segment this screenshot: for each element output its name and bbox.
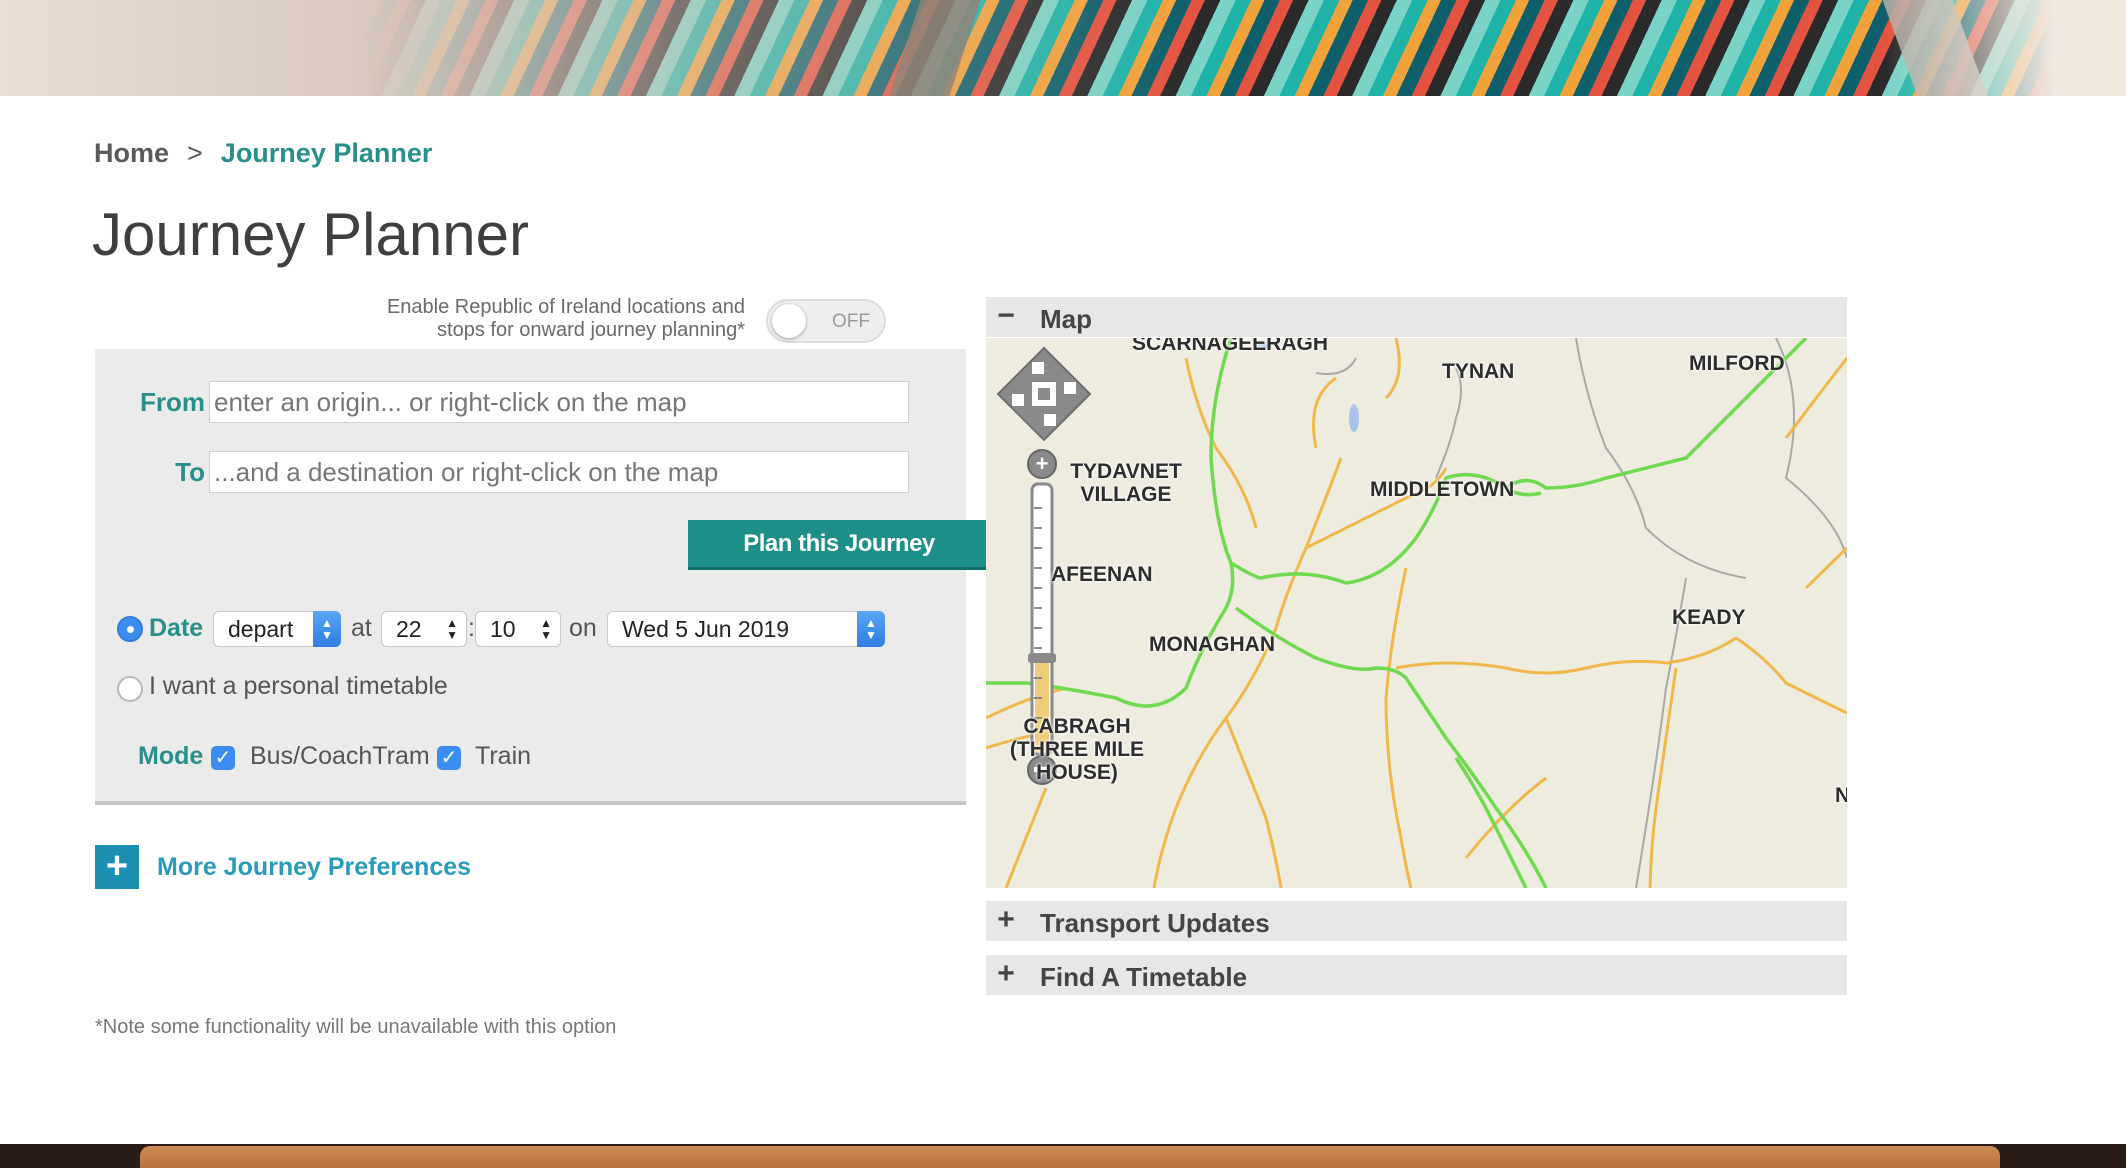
collapse-icon: − (997, 299, 1015, 332)
timetable-label: I want a personal timetable (149, 672, 448, 700)
on-label: on (569, 614, 597, 642)
breadcrumb: Home > Journey Planner (94, 138, 432, 169)
map-label: TYNAN (1442, 360, 1515, 383)
map-label: KEADY (1672, 606, 1746, 629)
at-label: at (351, 614, 372, 642)
date-radio[interactable] (117, 616, 143, 642)
from-input[interactable] (209, 381, 909, 423)
svg-text:+: + (1036, 451, 1049, 476)
map-label: MONAGHAN (1149, 633, 1275, 656)
toggle-knob (772, 304, 806, 338)
bus-checkbox[interactable]: ✓ (211, 746, 235, 770)
expand-icon: + (997, 903, 1015, 936)
hero-fade (1886, 0, 2126, 96)
map-label: MIDDLETOWN (1370, 478, 1515, 501)
breadcrumb-home-link[interactable]: Home (94, 138, 169, 169)
page-title: Journey Planner (92, 201, 529, 268)
expand-icon: + (997, 957, 1015, 990)
hour-value: 22 (396, 616, 422, 642)
more-preferences-link[interactable]: More Journey Preferences (157, 853, 471, 882)
map-view[interactable]: + SCARNAGEERAGH TYNAN MILFORD TYDAVNET V… (986, 338, 1847, 888)
select-arrows-icon: ▲ ▼ (540, 616, 552, 642)
journey-form-panel: From To Plan this Journey Date depart ▲▼… (95, 349, 990, 805)
timetable-radio[interactable] (117, 676, 143, 702)
footnote: *Note some functionality will be unavail… (95, 1016, 617, 1038)
select-arrows-icon: ▲ ▼ (446, 616, 458, 642)
minute-value: 10 (490, 616, 516, 642)
depart-select-value: depart (228, 616, 294, 642)
map-label: N (1835, 784, 1847, 807)
find-timetable-title: Find A Timetable (1040, 962, 1248, 992)
plus-icon[interactable]: + (95, 845, 139, 889)
toggle-state: OFF (832, 311, 870, 332)
roi-toggle-switch[interactable]: OFF (766, 299, 886, 343)
date-label: Date (149, 614, 204, 642)
map-label: CABRAGH (THREE MILE HOUSE) (1009, 715, 1145, 784)
hero-fade (0, 0, 1200, 96)
map-label: AFEENAN (1051, 563, 1153, 586)
transport-updates-title: Transport Updates (1040, 908, 1270, 938)
transport-updates-header[interactable]: + Transport Updates (986, 901, 1847, 941)
to-label: To (175, 457, 205, 487)
roi-toggle-label: Enable Republic of Ireland locations and… (386, 296, 745, 341)
map-label: MILFORD (1689, 352, 1785, 375)
date-select[interactable]: Wed 5 Jun 2019 ▲ ▼ (607, 611, 885, 647)
time-separator: : (468, 614, 475, 642)
bus-label: Bus/CoachTram (250, 742, 430, 770)
minute-select[interactable]: 10 ▲ ▼ (475, 611, 561, 647)
map-label: SCARNAGEERAGH (1132, 338, 1329, 355)
hero-banner (0, 0, 2126, 96)
find-timetable-header[interactable]: + Find A Timetable (986, 955, 1847, 995)
to-input[interactable] (209, 451, 909, 493)
map-accordion-header[interactable]: − Map (986, 297, 1847, 337)
plan-journey-button[interactable]: Plan this Journey (688, 520, 990, 570)
breadcrumb-current[interactable]: Journey Planner (221, 138, 433, 169)
pan-control-icon[interactable] (996, 346, 1092, 442)
select-arrows-icon: ▲ ▼ (313, 611, 341, 647)
map-accordion-title: Map (1040, 304, 1092, 334)
train-checkbox[interactable]: ✓ (437, 746, 461, 770)
from-label: From (140, 387, 205, 417)
date-value: Wed 5 Jun 2019 (622, 616, 790, 642)
mode-label: Mode (138, 742, 204, 770)
hour-select[interactable]: 22 ▲ ▼ (381, 611, 467, 647)
breadcrumb-separator: > (187, 138, 203, 168)
select-arrows-icon: ▲ ▼ (857, 611, 885, 647)
depart-select[interactable]: depart ▲ ▼ (213, 611, 341, 647)
train-label: Train (475, 742, 532, 770)
dock[interactable] (140, 1146, 2000, 1168)
map-label: TYDAVNET VILLAGE (1070, 460, 1182, 506)
